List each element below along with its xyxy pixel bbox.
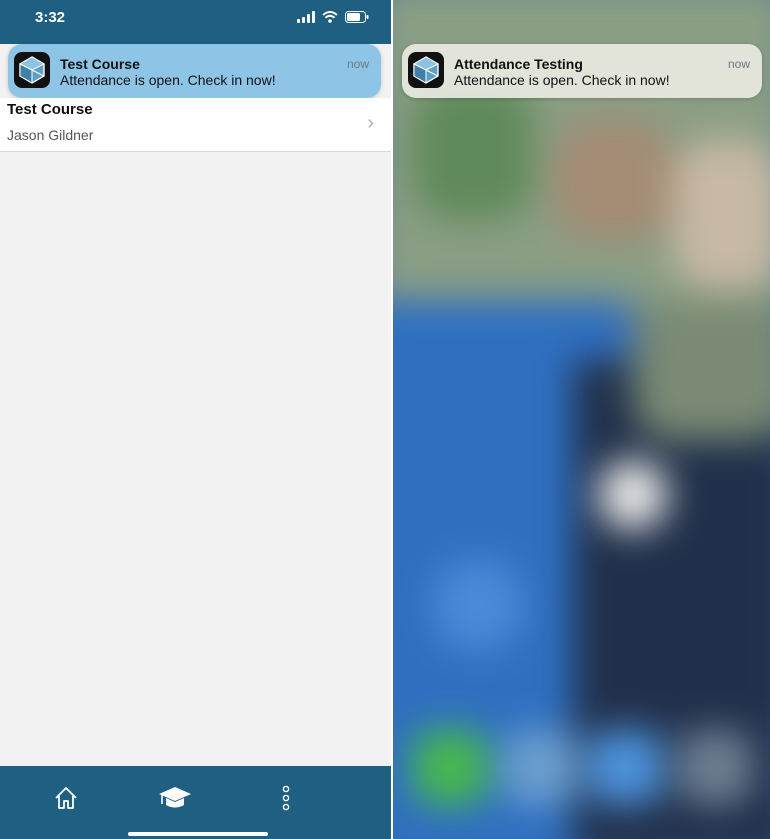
- lockscreen-notification-banner[interactable]: Attendance Testing Attendance is open. C…: [402, 44, 762, 98]
- graduation-cap-icon: [159, 787, 191, 808]
- home-indicator[interactable]: [128, 832, 268, 836]
- tab-bar: [0, 766, 391, 839]
- cellular-signal-icon: [297, 11, 315, 23]
- notification-banner[interactable]: Test Course Attendance is open. Check in…: [8, 44, 381, 98]
- notification-message: Attendance is open. Check in now!: [454, 72, 670, 88]
- home-icon: [55, 787, 77, 809]
- more-vertical-icon: [282, 785, 290, 811]
- app-screen: 3:32 Test Course Attendance is open. Che…: [0, 0, 391, 839]
- tab-courses[interactable]: [155, 778, 195, 818]
- status-icons: [297, 11, 369, 23]
- notification-time: now: [346, 57, 369, 71]
- notification-title: Test Course: [60, 56, 140, 72]
- cube-app-icon: [14, 52, 50, 88]
- course-list-item[interactable]: Test Course Jason Gildner ›: [0, 98, 391, 152]
- notification-time: now: [727, 57, 750, 71]
- notification-message: Attendance is open. Check in now!: [60, 72, 276, 88]
- course-instructor: Jason Gildner: [7, 127, 94, 143]
- tab-more[interactable]: [266, 778, 306, 818]
- wifi-icon: [322, 11, 338, 23]
- status-time: 3:32: [35, 9, 66, 26]
- blurred-wallpaper: [393, 0, 770, 839]
- chevron-right-icon: ›: [367, 112, 374, 134]
- battery-icon: [345, 11, 369, 23]
- cube-app-icon: [408, 52, 444, 88]
- home-screen: Attendance Testing Attendance is open. C…: [393, 0, 770, 839]
- tab-home[interactable]: [46, 778, 86, 818]
- status-bar: 3:32: [0, 0, 391, 44]
- course-name: Test Course: [7, 101, 93, 118]
- notification-title: Attendance Testing: [454, 56, 583, 72]
